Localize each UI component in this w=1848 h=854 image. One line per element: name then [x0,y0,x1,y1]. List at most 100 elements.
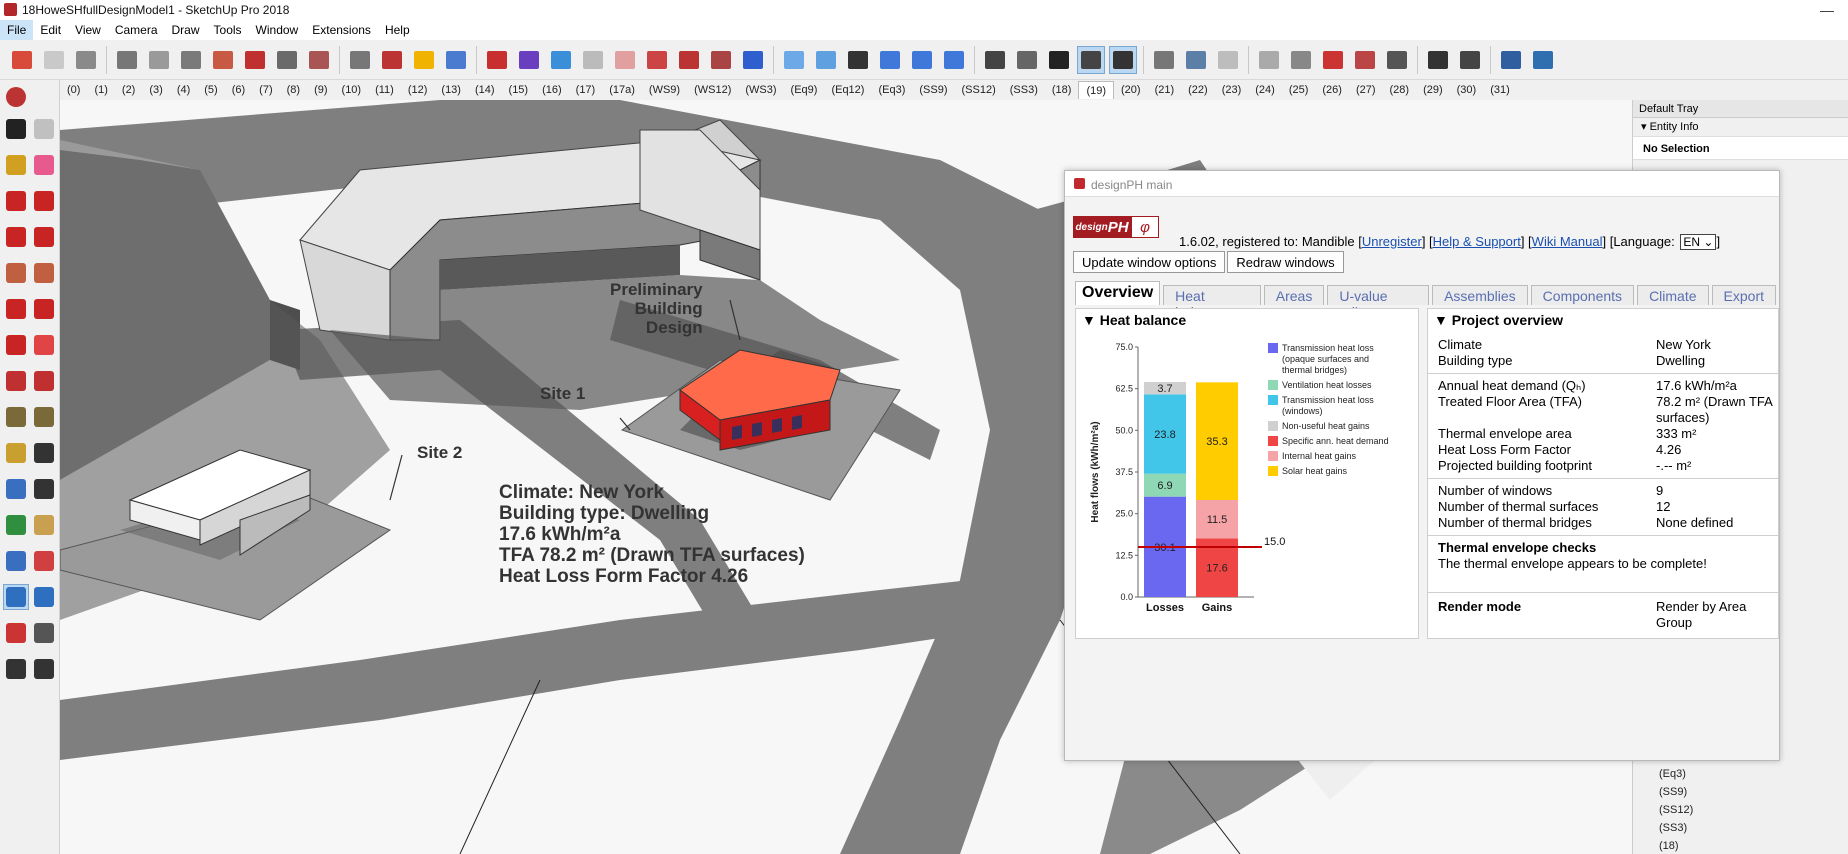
tab-overview[interactable]: Overview [1075,281,1161,305]
scene-tab[interactable]: (3) [142,81,169,99]
toolbar-tool-icon[interactable] [410,46,438,74]
toolbar-tool-icon[interactable] [442,46,470,74]
scene-tab[interactable]: (2) [115,81,142,99]
toolbar-tool-icon[interactable] [273,46,301,74]
menu-draw[interactable]: Draw [165,20,207,40]
project-overview-header[interactable]: ▼ Project overview [1428,309,1778,331]
instructor-icon[interactable] [3,84,29,110]
toolbar-tool-icon[interactable] [643,46,671,74]
toolbar-tool-icon[interactable] [72,46,100,74]
tray-scene-item[interactable]: (Eq3) [1659,768,1686,780]
tray-scene-item[interactable]: (SS9) [1659,786,1687,798]
toolbar-tool-icon[interactable] [515,46,543,74]
menu-file[interactable]: File [0,20,34,40]
tab-climate[interactable]: Climate [1637,285,1709,305]
help-support-link[interactable]: Help & Support [1433,234,1521,249]
tray-scene-item[interactable]: (SS12) [1659,804,1693,816]
toolbar-tool-icon[interactable] [1424,46,1452,74]
toolbar-tool-icon[interactable] [1045,46,1073,74]
scene-tab[interactable]: (1) [87,81,114,99]
tab-heat-balance[interactable]: Heat balance [1163,285,1261,320]
toolbar-tool-icon[interactable] [908,46,936,74]
toolbar-tool-icon[interactable] [1182,46,1210,74]
toolbar-tool-icon[interactable] [611,46,639,74]
tray-scene-item[interactable]: (SS3) [1659,822,1687,834]
drawing-tool-icon[interactable] [31,368,57,394]
toolbar-tool-icon[interactable] [940,46,968,74]
drawing-tool-icon[interactable] [31,584,57,610]
scene-tab[interactable]: (10) [335,81,369,99]
toolbar-tool-icon[interactable] [145,46,173,74]
menu-help[interactable]: Help [378,20,417,40]
drawing-tool-icon[interactable] [31,296,57,322]
heat-balance-header[interactable]: ▼ Heat balance [1076,309,1418,331]
toolbar-tool-icon[interactable] [1214,46,1242,74]
toolbar-tool-icon[interactable] [1077,45,1105,74]
toolbar-tool-icon[interactable] [707,46,735,74]
toolbar-tool-icon[interactable] [378,46,406,74]
toolbar-tool-icon[interactable] [844,46,872,74]
language-select[interactable]: EN ⌄ [1680,234,1717,250]
tab-areas[interactable]: Areas [1263,285,1325,305]
drawing-tool-icon[interactable] [3,224,29,250]
toolbar-tool-icon[interactable] [739,46,767,74]
toolbar-tool-icon[interactable] [8,46,36,74]
scene-tab[interactable]: (0) [60,81,87,99]
toolbar-tool-icon[interactable] [1497,46,1525,74]
scene-tab[interactable]: (4) [170,81,197,99]
scene-tab[interactable]: (9) [307,81,334,99]
scene-tab[interactable]: (29) [1416,81,1450,99]
toolbar-tool-icon[interactable] [1319,46,1347,74]
drawing-tool-icon[interactable] [31,188,57,214]
scene-tab[interactable]: (23) [1215,81,1249,99]
tab-u-value-editor[interactable]: U-value editor [1327,285,1430,320]
scene-tab[interactable]: (SS12) [955,81,1003,99]
toolbar-tool-icon[interactable] [1109,45,1137,74]
scene-tab[interactable]: (WS12) [687,81,738,99]
scene-tab[interactable]: (7) [252,81,279,99]
scene-tab[interactable]: (SS3) [1003,81,1045,99]
tray-scene-item[interactable]: (18) [1659,840,1679,852]
toolbar-tool-icon[interactable] [346,46,374,74]
drawing-tool-icon[interactable] [3,584,29,610]
toolbar-tool-icon[interactable] [812,46,840,74]
toolbar-tool-icon[interactable] [1351,46,1379,74]
toolbar-tool-icon[interactable] [1529,46,1557,74]
scene-tab[interactable]: (16) [535,81,569,99]
scene-tab[interactable]: (25) [1282,81,1316,99]
drawing-tool-icon[interactable] [31,440,57,466]
toolbar-tool-icon[interactable] [209,46,237,74]
drawing-tool-icon[interactable] [31,476,57,502]
scene-tab[interactable]: (22) [1181,81,1215,99]
scene-tab[interactable]: (27) [1349,81,1383,99]
wiki-manual-link[interactable]: Wiki Manual [1532,234,1603,249]
drawing-tool-icon[interactable] [31,512,57,538]
toolbar-tool-icon[interactable] [1013,46,1041,74]
toolbar-tool-icon[interactable] [579,46,607,74]
toolbar-tool-icon[interactable] [177,46,205,74]
redraw-windows-button[interactable]: Redraw windows [1227,251,1344,273]
scene-tab[interactable]: (13) [434,81,468,99]
drawing-tool-icon[interactable] [31,152,57,178]
toolbar-tool-icon[interactable] [1287,46,1315,74]
scene-tab[interactable]: (11) [368,81,401,99]
menu-edit[interactable]: Edit [33,20,68,40]
drawing-tool-icon[interactable] [3,476,29,502]
scene-tab[interactable]: (Eq9) [784,81,825,99]
drawing-tool-icon[interactable] [3,116,29,142]
drawing-tool-icon[interactable] [3,188,29,214]
scene-tab[interactable]: (6) [225,81,252,99]
drawing-tool-icon[interactable] [3,440,29,466]
toolbar-tool-icon[interactable] [1383,46,1411,74]
toolbar-tool-icon[interactable] [876,46,904,74]
toolbar-tool-icon[interactable] [483,46,511,74]
scene-tab[interactable]: (31) [1483,81,1517,99]
toolbar-tool-icon[interactable] [241,46,269,74]
drawing-tool-icon[interactable] [3,152,29,178]
drawing-tool-icon[interactable] [31,404,57,430]
drawing-tool-icon[interactable] [3,548,29,574]
tab-assemblies[interactable]: Assemblies [1432,285,1528,305]
scene-tab[interactable]: (8) [280,81,307,99]
unregister-link[interactable]: Unregister [1362,234,1422,249]
menu-extensions[interactable]: Extensions [305,20,378,40]
